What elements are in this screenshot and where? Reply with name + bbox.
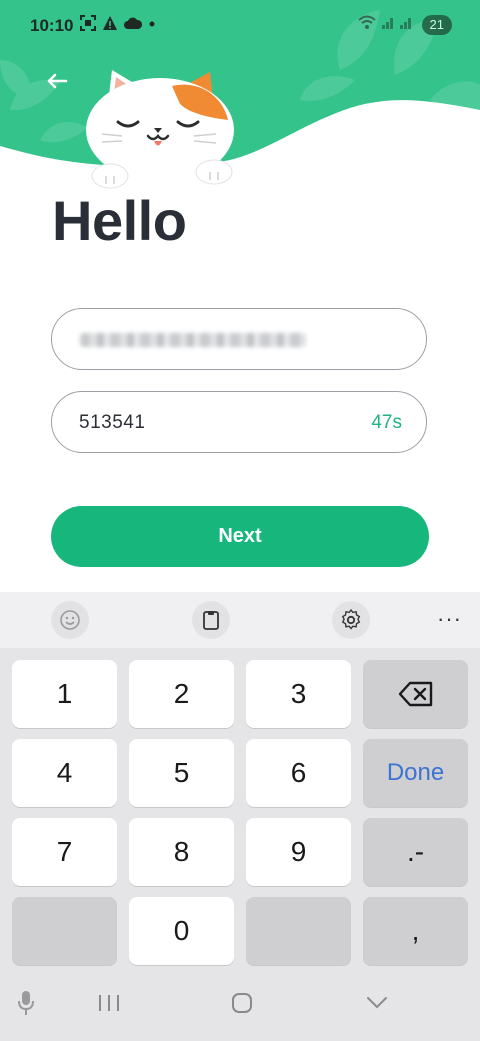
settings-icon: [341, 609, 361, 630]
signal-icon: [381, 14, 416, 35]
backspace-icon: [398, 681, 432, 707]
emoji-icon: [60, 610, 80, 630]
dot-icon: [148, 15, 156, 35]
resend-countdown: 47s: [371, 412, 402, 433]
verification-code-field[interactable]: 513541 47s: [51, 391, 427, 453]
key-0[interactable]: 0: [129, 897, 234, 965]
screenshot-icon: [80, 15, 96, 35]
blank-key-left[interactable]: [12, 897, 117, 965]
dot-dash-key[interactable]: .-: [363, 818, 468, 886]
key-5[interactable]: 5: [129, 739, 234, 807]
cat-mascot: [82, 64, 242, 197]
arrow-left-icon: [47, 73, 68, 89]
backspace-key[interactable]: [363, 660, 468, 728]
key-3[interactable]: 3: [246, 660, 351, 728]
warning-icon: [102, 15, 118, 35]
key-6[interactable]: 6: [246, 739, 351, 807]
battery-indicator: 21: [421, 14, 452, 35]
clipboard-icon: [203, 611, 219, 630]
status-bar: 10:10 21: [0, 0, 480, 52]
key-9[interactable]: 9: [246, 818, 351, 886]
key-2[interactable]: 2: [129, 660, 234, 728]
home-icon: [232, 993, 252, 1013]
blank-key-right[interactable]: [246, 897, 351, 965]
key-7[interactable]: 7: [12, 818, 117, 886]
hide-keyboard-button[interactable]: [365, 993, 389, 1018]
wifi-icon: [357, 14, 376, 35]
system-nav-bar: [0, 969, 480, 1041]
email-field[interactable]: [51, 308, 427, 370]
done-key[interactable]: Done: [363, 739, 468, 807]
comma-key[interactable]: ,: [363, 897, 468, 965]
notification-icons: [80, 15, 156, 35]
microphone-icon: [18, 991, 34, 1015]
back-button[interactable]: [44, 68, 72, 96]
emoji-button[interactable]: [51, 601, 89, 639]
more-options-button[interactable]: ···: [437, 606, 462, 632]
keyboard-toolbar: ···: [0, 592, 480, 648]
verification-code-value: 513541: [79, 412, 146, 433]
clipboard-button[interactable]: [192, 601, 230, 639]
key-1[interactable]: 1: [12, 660, 117, 728]
key-8[interactable]: 8: [129, 818, 234, 886]
recent-apps-icon: [99, 995, 119, 1011]
settings-button[interactable]: [332, 601, 370, 639]
chevron-down-icon: [367, 997, 387, 1009]
home-button[interactable]: [230, 991, 254, 1020]
cloud-icon: [124, 15, 143, 35]
next-button[interactable]: Next: [51, 506, 429, 567]
status-time: 10:10: [30, 16, 74, 35]
microphone-button[interactable]: [16, 989, 36, 1022]
page-title: Hello: [52, 189, 187, 252]
blurred-email-value: [80, 333, 306, 347]
recent-apps-button[interactable]: [97, 993, 121, 1018]
key-4[interactable]: 4: [12, 739, 117, 807]
